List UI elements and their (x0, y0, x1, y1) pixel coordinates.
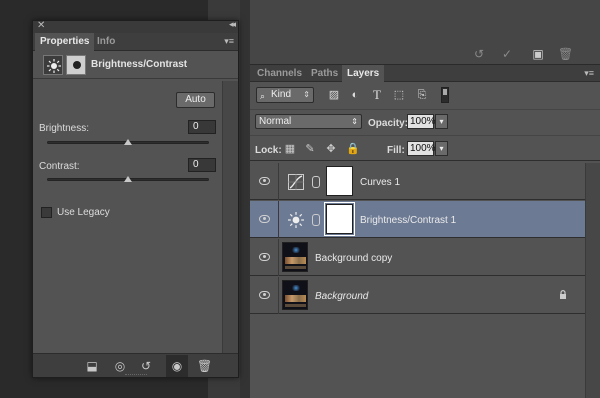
brightness-contrast-icon (288, 212, 304, 228)
visibility-toggle[interactable] (250, 239, 279, 276)
resize-grip[interactable] (125, 374, 147, 376)
chevron-updown-icon: ⇕ (303, 90, 310, 99)
layer-filter-row: ⌕ Kind ⇕ ▨ ◐ T ⬚ ⎘ (250, 83, 600, 107)
contrast-value-field[interactable]: 0 (188, 158, 216, 172)
view-previous-state-icon[interactable]: ◎ (113, 359, 127, 373)
fill-label: Fill: (387, 145, 405, 156)
panel-menu-icon[interactable]: ▾≡ (584, 68, 594, 79)
clip-to-layer-icon[interactable]: ⬓ (85, 359, 99, 373)
properties-panel: ✕ ◂◂ Properties Info ▾≡ Brightness/Contr… (32, 19, 239, 378)
layer-mask-icon[interactable] (66, 55, 86, 75)
adjustment-filter-icon[interactable]: ◐ (349, 89, 361, 101)
commit-check-icon[interactable]: ✓ (500, 47, 514, 61)
brightness-label: Brightness: (39, 123, 90, 134)
filter-toggle-switch[interactable] (441, 87, 449, 103)
lock-label: Lock: (255, 145, 282, 156)
opacity-label: Opacity: (368, 118, 409, 129)
type-filter-icon[interactable]: T (371, 88, 383, 101)
shape-filter-icon[interactable]: ⬚ (393, 89, 405, 101)
lock-row: Lock: ▦ ✎ ✥ 🔒 Fill: 100% ▾ (250, 135, 600, 161)
layer-row-brightness-contrast-1[interactable]: Brightness/Contrast 1 (250, 201, 585, 238)
pixel-filter-icon[interactable]: ▨ (328, 89, 340, 101)
lock-transparent-pixels-icon[interactable]: ▦ (284, 143, 296, 155)
properties-footer: ⬓ ◎ ↺ ◉ 🗑 (33, 353, 238, 377)
lock-icon (560, 290, 566, 299)
chevron-updown-icon: ⇕ (351, 117, 358, 126)
layer-thumbnail[interactable] (282, 242, 308, 272)
close-icon[interactable]: ✕ (37, 20, 45, 31)
blend-mode-select[interactable]: Normal ⇕ (255, 114, 362, 129)
properties-header: Brightness/Contrast (33, 51, 238, 79)
dock-separator (240, 0, 250, 398)
trash-icon[interactable]: 🗑 (558, 47, 573, 61)
eye-icon (259, 291, 270, 299)
lock-image-pixels-icon[interactable]: ✎ (304, 143, 316, 155)
layer-thumbnail[interactable] (282, 280, 308, 310)
lock-all-icon[interactable]: 🔒 (346, 143, 360, 155)
contrast-label: Contrast: (39, 161, 80, 172)
mask-link-icon[interactable] (312, 214, 320, 226)
panel-menu-icon[interactable]: ▾≡ (224, 36, 234, 47)
search-icon: ⌕ (260, 91, 266, 101)
layer-name[interactable]: Background copy (315, 253, 392, 264)
brightness-contrast-icon[interactable] (43, 55, 63, 75)
reset-icon[interactable]: ↺ (139, 359, 153, 373)
properties-body: Auto Brightness: 0 Contrast: 0 Use Legac… (33, 81, 223, 353)
properties-tab-bar: Properties Info ▾≡ (33, 33, 238, 51)
reset-icon[interactable]: ↺ (472, 47, 486, 61)
visibility-toggle[interactable] (250, 277, 279, 314)
blend-mode-value: Normal (259, 116, 292, 127)
curves-adjustment-icon (288, 174, 304, 190)
visibility-toggle[interactable] (250, 163, 279, 200)
new-layer-icon[interactable]: ▣ (531, 47, 545, 61)
layers-scrollbar[interactable] (585, 163, 600, 398)
blend-row: Normal ⇕ Opacity: 100% ▾ (250, 109, 600, 133)
layer-mask-thumbnail[interactable] (326, 166, 353, 196)
lock-position-icon[interactable]: ✥ (325, 143, 337, 155)
opacity-field[interactable]: 100% (407, 114, 436, 129)
fill-dropdown-button[interactable]: ▾ (435, 141, 448, 156)
layer-row-background-copy[interactable]: Background copy (250, 239, 585, 276)
use-legacy-label: Use Legacy (57, 207, 110, 218)
tab-layers[interactable]: Layers (342, 65, 385, 82)
layer-name[interactable]: Curves 1 (360, 177, 400, 188)
layer-row-curves-1[interactable]: Curves 1 (250, 163, 585, 200)
layer-name[interactable]: Background (315, 291, 368, 302)
layer-row-background[interactable]: Background (250, 277, 585, 314)
mask-link-icon[interactable] (312, 176, 320, 188)
brightness-slider-thumb[interactable] (124, 139, 132, 145)
adjustment-title: Brightness/Contrast (91, 59, 188, 70)
visibility-toggle[interactable] (250, 201, 279, 238)
tab-properties[interactable]: Properties (35, 33, 95, 51)
tab-paths[interactable]: Paths (306, 65, 343, 82)
eye-icon (259, 253, 270, 261)
opacity-dropdown-button[interactable]: ▾ (435, 114, 448, 129)
eye-icon (259, 215, 270, 223)
adjustment-action-bar: ↺ ✓ ▣ 🗑 (250, 44, 600, 64)
eye-icon (259, 177, 270, 185)
brightness-value-field[interactable]: 0 (188, 120, 216, 134)
layers-panel: Channels Paths Layers ▾≡ ⌕ Kind ⇕ ▨ ◐ T … (250, 64, 600, 398)
contrast-slider-thumb[interactable] (124, 176, 132, 182)
use-legacy-checkbox[interactable] (41, 207, 52, 218)
tab-info[interactable]: Info (92, 33, 120, 51)
visibility-icon[interactable]: ◉ (166, 355, 188, 377)
layer-mask-thumbnail[interactable] (324, 202, 355, 236)
trash-icon[interactable]: 🗑 (197, 359, 212, 373)
fill-field[interactable]: 100% (407, 141, 436, 156)
layer-name[interactable]: Brightness/Contrast 1 (360, 215, 456, 226)
properties-titlebar[interactable]: ✕ ◂◂ (33, 19, 238, 33)
layers-tab-bar: Channels Paths Layers ▾≡ (250, 65, 600, 82)
collapse-icon[interactable]: ◂◂ (229, 19, 236, 30)
tab-channels[interactable]: Channels (252, 65, 307, 82)
properties-scrollbar[interactable] (222, 81, 238, 353)
smart-object-filter-icon[interactable]: ⎘ (416, 89, 428, 101)
auto-button[interactable]: Auto (176, 92, 215, 108)
filter-kind-select[interactable]: ⌕ Kind ⇕ (256, 87, 314, 103)
filter-kind-value: Kind (271, 89, 292, 100)
